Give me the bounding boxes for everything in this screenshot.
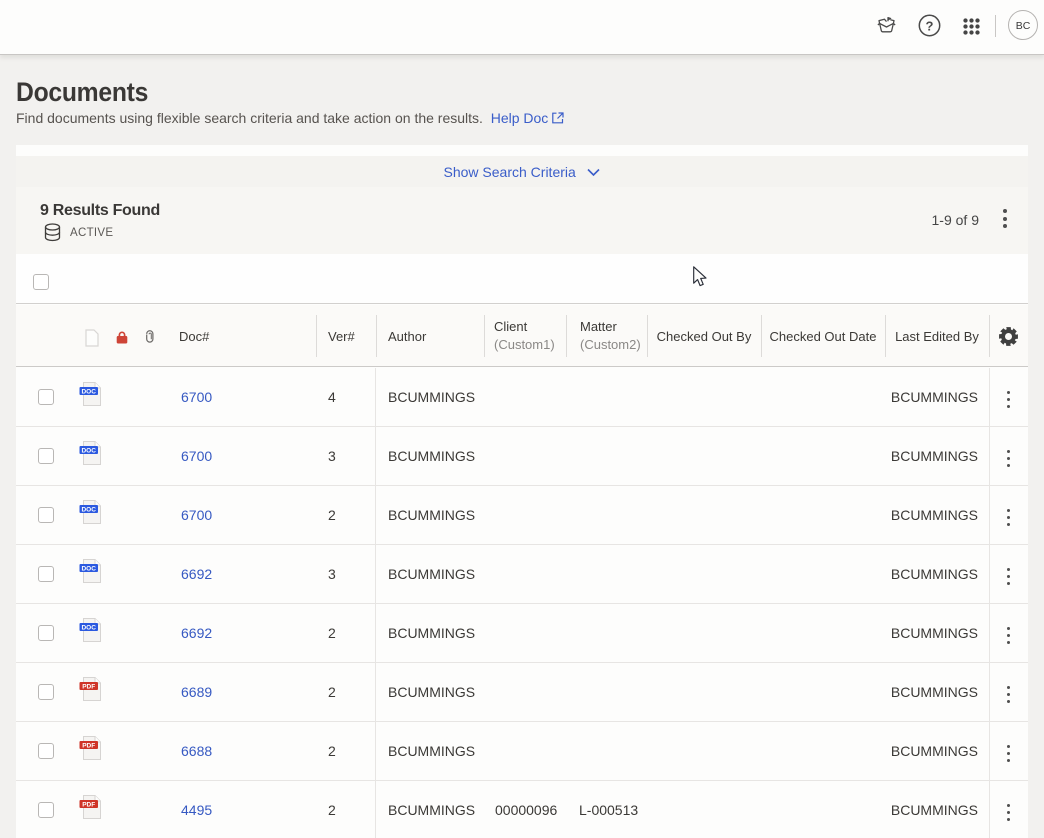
svg-text:DOC: DOC xyxy=(81,624,96,631)
svg-text:DOC: DOC xyxy=(81,447,96,454)
svg-text:PDF: PDF xyxy=(82,742,95,749)
svg-text:DOC: DOC xyxy=(81,506,96,513)
svg-text:?: ? xyxy=(926,19,934,34)
svg-text:PDF: PDF xyxy=(82,683,95,690)
svg-text:DOC: DOC xyxy=(81,388,96,395)
svg-text:DOC: DOC xyxy=(81,565,96,572)
svg-text:PDF: PDF xyxy=(82,801,95,808)
